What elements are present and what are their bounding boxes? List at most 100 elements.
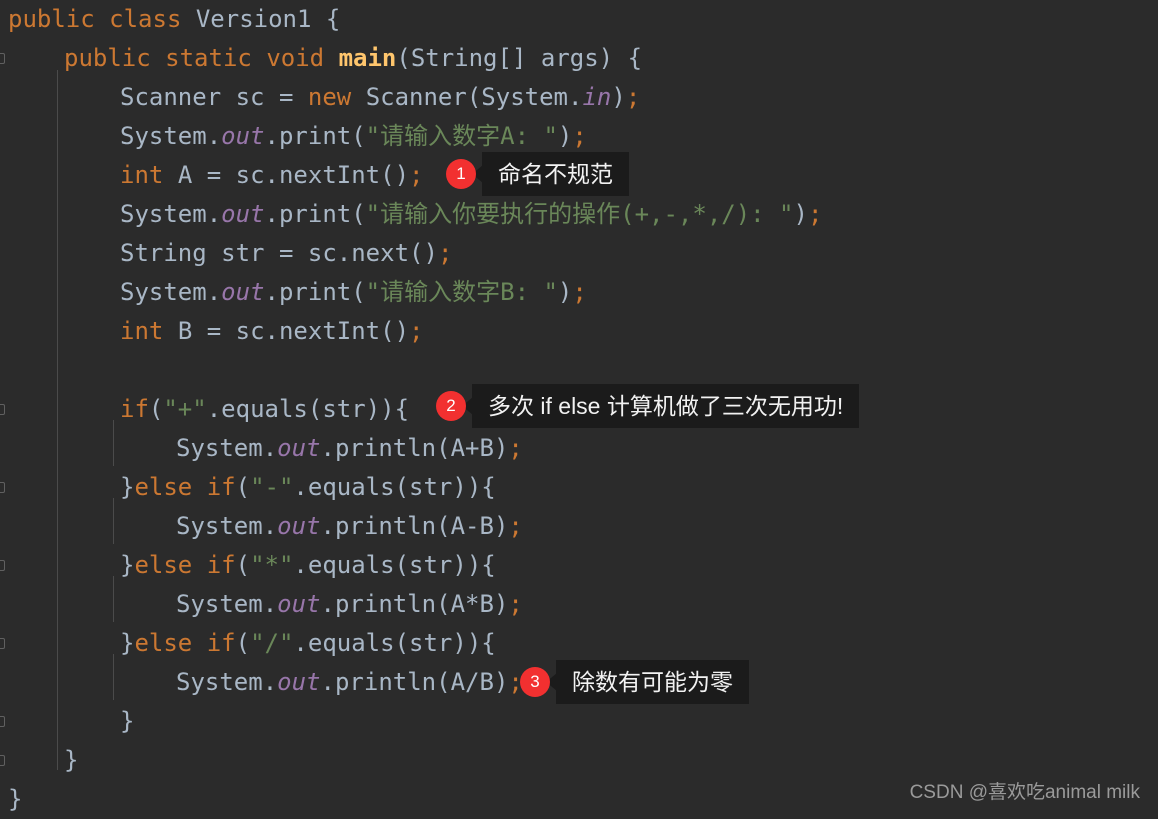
code-token: ;: [572, 278, 587, 306]
code-token: {: [481, 551, 496, 579]
annotation-text: 多次 if else 计算机做了三次无用功!: [472, 384, 860, 428]
code-token: .: [264, 278, 279, 306]
code-token: )): [452, 473, 482, 501]
annotation-text: 命名不规范: [482, 152, 629, 196]
code-token: "*": [250, 551, 294, 579]
code-line[interactable]: System.out.println(A/B);: [0, 663, 523, 702]
code-line[interactable]: System.out.print("请输入数字A: ");: [0, 117, 587, 156]
code-token: ;: [409, 161, 424, 189]
code-token: (: [235, 551, 251, 579]
code-line[interactable]: }: [0, 780, 22, 819]
code-token: ): [793, 200, 808, 228]
code-token: equals: [307, 629, 395, 657]
code-token: B: [479, 590, 494, 618]
code-token: "+": [163, 395, 207, 423]
code-line[interactable]: public class Version1 {: [0, 0, 340, 39]
code-token: (: [436, 434, 451, 462]
annotation-number-badge: 2: [436, 391, 466, 421]
code-token: (: [235, 473, 251, 501]
code-line[interactable]: int A = sc.nextInt();: [0, 156, 424, 195]
code-token: ;: [625, 83, 641, 111]
code-token: .: [262, 512, 278, 540]
code-token: str: [221, 239, 265, 267]
code-line[interactable]: }else if("/".equals(str)){: [0, 624, 496, 663]
code-line[interactable]: System.out.print("请输入数字B: ");: [0, 273, 587, 312]
code-token: System: [481, 83, 568, 111]
code-token: new: [307, 83, 352, 111]
code-line[interactable]: String str = sc.next();: [0, 234, 452, 273]
code-token: print: [278, 122, 352, 150]
code-token: .: [262, 434, 278, 462]
code-line[interactable]: System.out.println(A*B);: [0, 585, 523, 624]
code-token: sc: [307, 239, 337, 267]
annotation-text: 除数有可能为零: [556, 660, 749, 704]
code-line[interactable]: System.out.print("请输入你要执行的操作(+,-,*,/): "…: [0, 195, 822, 234]
code-token: if: [206, 473, 236, 501]
code-token: )): [452, 551, 482, 579]
code-token: (: [351, 200, 366, 228]
code-token: next: [351, 239, 410, 267]
annotation-callout: 3 除数有可能为零: [520, 660, 749, 704]
code-token: out: [277, 590, 321, 618]
code-token: .: [336, 239, 352, 267]
code-token: nextInt: [278, 161, 381, 189]
code-token: .: [264, 122, 279, 150]
code-token: =: [192, 161, 236, 189]
code-token: .: [293, 473, 308, 501]
code-token: =: [264, 239, 308, 267]
code-token: }: [120, 473, 135, 501]
code-token: )): [452, 629, 482, 657]
code-line[interactable]: }else if("-".equals(str)){: [0, 468, 496, 507]
code-line[interactable]: public static void main(String[] args) {: [0, 39, 642, 78]
code-token: (: [148, 395, 164, 423]
code-token: out: [221, 278, 265, 306]
code-token: ;: [508, 434, 523, 462]
annotation-number-badge: 1: [446, 159, 476, 189]
code-token: (: [351, 278, 366, 306]
code-token: out: [221, 122, 265, 150]
code-token: *: [465, 590, 480, 618]
code-line[interactable]: int B = sc.nextInt();: [0, 312, 424, 351]
code-line[interactable]: [0, 351, 120, 390]
code-token: (: [307, 395, 323, 423]
code-line[interactable]: }: [0, 741, 78, 780]
code-token: .: [206, 200, 222, 228]
code-token: int: [120, 161, 164, 189]
code-token: B: [177, 317, 193, 345]
code-token: (: [396, 44, 411, 72]
code-token: ): [598, 44, 628, 72]
code-token: Scanner: [365, 83, 467, 111]
code-token: (): [380, 317, 410, 345]
code-token: (: [351, 122, 366, 150]
code-token: print: [278, 278, 352, 306]
code-line[interactable]: if("+".equals(str)){: [0, 390, 409, 429]
code-token: public: [64, 44, 151, 72]
code-token: out: [221, 200, 265, 228]
code-line[interactable]: System.out.println(A+B);: [0, 429, 523, 468]
code-token: (: [466, 83, 482, 111]
code-token: else: [134, 551, 193, 579]
code-token: args: [540, 44, 599, 72]
code-line[interactable]: Scanner sc = new Scanner(System.in);: [0, 78, 640, 117]
code-token: main: [338, 44, 397, 72]
code-token: .: [568, 83, 583, 111]
code-token: .: [206, 395, 222, 423]
code-token: }: [120, 551, 135, 579]
code-token: static: [165, 44, 252, 72]
code-token: (: [436, 668, 451, 696]
code-token: ): [557, 122, 573, 150]
code-line[interactable]: }: [0, 702, 134, 741]
code-token: out: [277, 512, 321, 540]
code-token: {: [394, 395, 410, 423]
code-token: sc: [235, 317, 265, 345]
code-line[interactable]: }else if("*".equals(str)){: [0, 546, 496, 585]
code-token: System: [120, 122, 207, 150]
code-token: else: [134, 473, 193, 501]
code-token: }: [8, 785, 23, 813]
code-token: sc: [235, 161, 265, 189]
code-line[interactable]: System.out.println(A-B);: [0, 507, 523, 546]
